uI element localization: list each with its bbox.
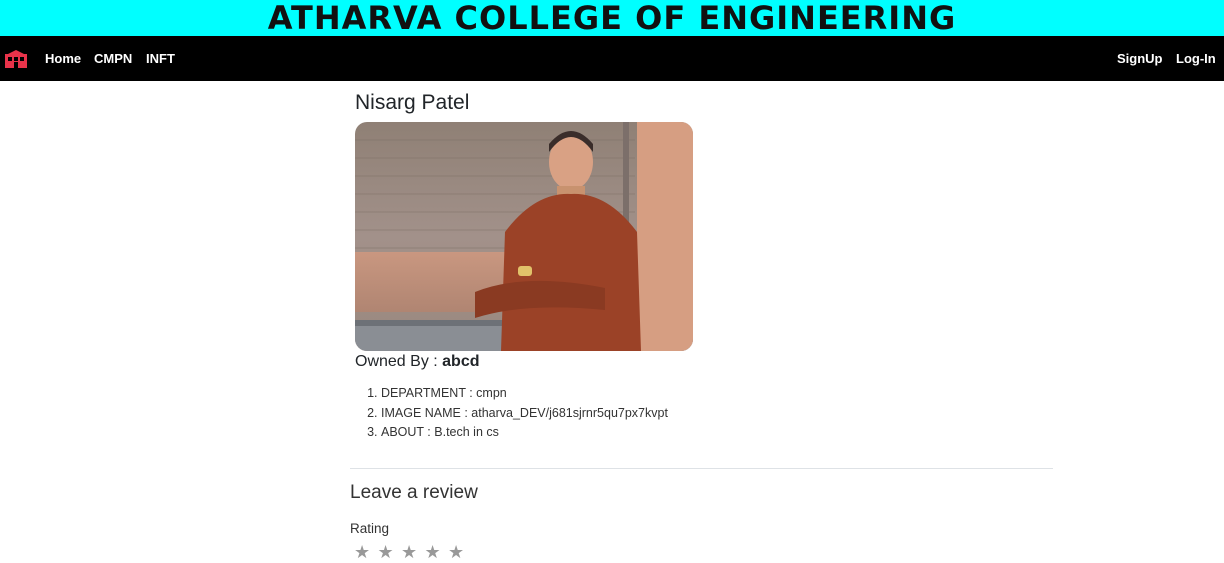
star-icon[interactable]: ★ <box>425 542 449 563</box>
star-icon[interactable]: ★ <box>354 542 378 563</box>
star-icon[interactable]: ★ <box>401 542 425 563</box>
nav-inft-link[interactable]: INFT <box>146 51 175 66</box>
profile-details-list: DEPARTMENT : cmpn IMAGE NAME : atharva_D… <box>341 384 668 443</box>
nav-cmpn-link[interactable]: CMPN <box>94 51 132 66</box>
divider <box>350 468 1053 469</box>
rating-label: Rating <box>350 521 390 536</box>
building-icon[interactable] <box>5 50 27 68</box>
navbar: Home CMPN INFT SignUp Log-In <box>0 36 1224 81</box>
owner-name: abcd <box>442 353 480 370</box>
profile-name: Nisarg Patel <box>355 91 470 114</box>
login-link[interactable]: Log-In <box>1176 51 1216 66</box>
list-item: ABOUT : B.tech in cs <box>381 423 668 443</box>
star-icon[interactable]: ★ <box>378 542 402 563</box>
site-banner: ATHARVA COLLEGE OF ENGINEERING <box>0 0 1224 36</box>
star-icon[interactable]: ★ <box>448 542 472 563</box>
list-item: DEPARTMENT : cmpn <box>381 384 668 404</box>
list-item: IMAGE NAME : atharva_DEV/j681sjrnr5qu7px… <box>381 404 668 424</box>
profile-photo <box>355 122 693 351</box>
site-title: ATHARVA COLLEGE OF ENGINEERING <box>267 0 957 37</box>
signup-link[interactable]: SignUp <box>1117 51 1163 66</box>
rating-stars[interactable]: ★ ★ ★ ★ ★ <box>354 542 472 563</box>
owned-by: Owned By : abcd <box>355 353 480 371</box>
review-heading: Leave a review <box>350 482 478 503</box>
nav-home-link[interactable]: Home <box>45 51 81 66</box>
owned-by-label: Owned By : <box>355 353 438 370</box>
